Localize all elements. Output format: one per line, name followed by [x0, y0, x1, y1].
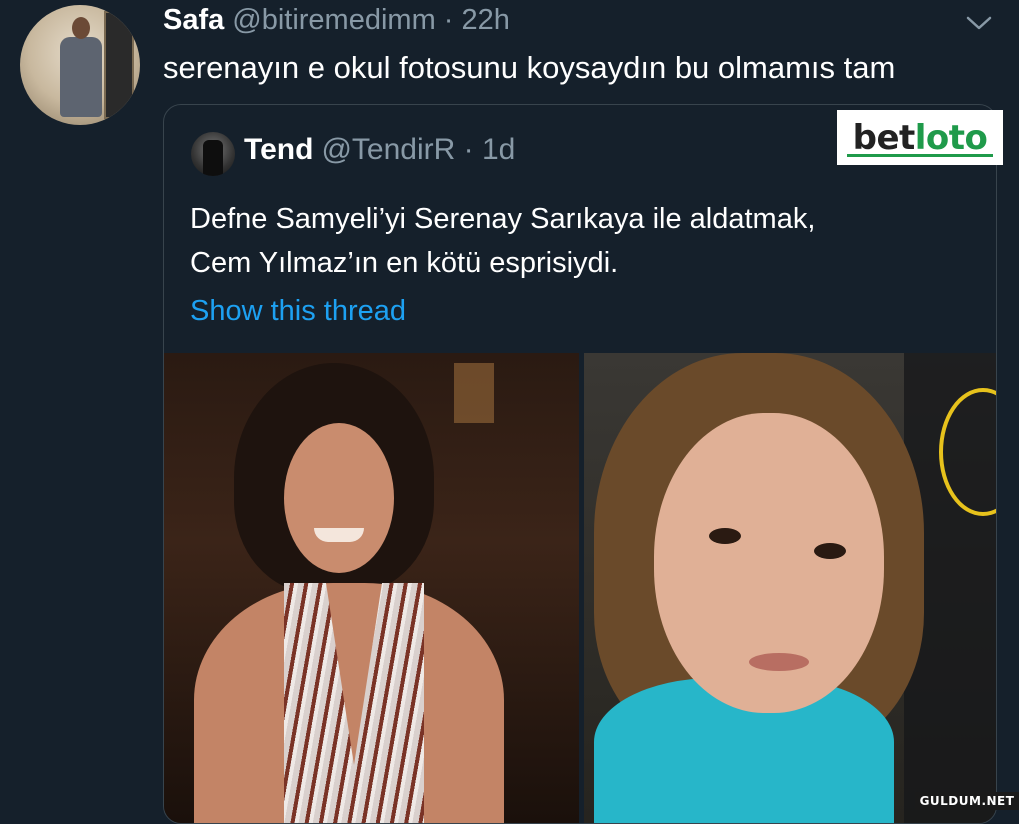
tweet-text: serenayın e okul fotosunu koysaydın bu o… — [163, 50, 896, 85]
photo-left-background-light — [454, 363, 494, 423]
photo-left[interactable] — [164, 353, 579, 823]
photo-left-face — [284, 423, 394, 573]
betloto-logo: bet loto — [837, 110, 1003, 165]
author-name[interactable]: Safa — [163, 4, 224, 37]
author-avatar[interactable] — [20, 5, 140, 125]
quoted-handle-text: @TendirR — [321, 133, 456, 166]
quoted-time-separator: · — [455, 133, 482, 166]
author-handle[interactable]: @bitiremedimm · 22h — [232, 4, 510, 37]
tweet-time[interactable]: 22h — [462, 4, 510, 36]
quoted-text-line-2: Cem Yılmaz’ın en kötü esprisiydi. — [190, 247, 619, 279]
quoted-text-line-1: Defne Samyeli’yi Serenay Sarıkaya ile al… — [190, 203, 816, 235]
photo-right-eye-left — [709, 528, 741, 544]
photo-left-smile — [314, 528, 364, 542]
show-thread-link[interactable]: Show this thread — [190, 295, 406, 328]
quoted-tweet-header: Tend @TendirR · 1d — [244, 133, 515, 167]
tweet-header: Safa @bitiremedimm · 22h — [163, 4, 510, 38]
quoted-avatar-figure — [203, 140, 223, 176]
quoted-tweet-time[interactable]: 1d — [482, 133, 515, 166]
avatar-figure-body — [60, 37, 102, 117]
chevron-down-icon[interactable] — [964, 12, 994, 34]
logo-loto-text: loto — [914, 117, 988, 158]
logo-bet-text: bet — [852, 117, 916, 158]
photo-right-lips — [749, 653, 809, 671]
quoted-author-avatar[interactable] — [191, 132, 235, 176]
photo-right-eye-right — [814, 543, 846, 559]
quoted-author-handle[interactable]: @TendirR · 1d — [321, 133, 515, 167]
guldum-watermark: GULDUM.NET — [915, 792, 1019, 810]
photo-right[interactable] — [584, 353, 996, 823]
quoted-tweet-card[interactable]: Tend @TendirR · 1d Defne Samyeli’yi Sere… — [163, 104, 997, 824]
logo-underline — [847, 154, 993, 157]
quoted-author-name[interactable]: Tend — [244, 133, 313, 167]
avatar-figure-head — [72, 17, 90, 39]
avatar-mirror-frame — [104, 11, 134, 119]
author-handle-text: @bitiremedimm — [232, 4, 436, 36]
time-separator: · — [435, 4, 462, 36]
quoted-tweet-text: Defne Samyeli’yi Serenay Sarıkaya ile al… — [190, 197, 815, 285]
